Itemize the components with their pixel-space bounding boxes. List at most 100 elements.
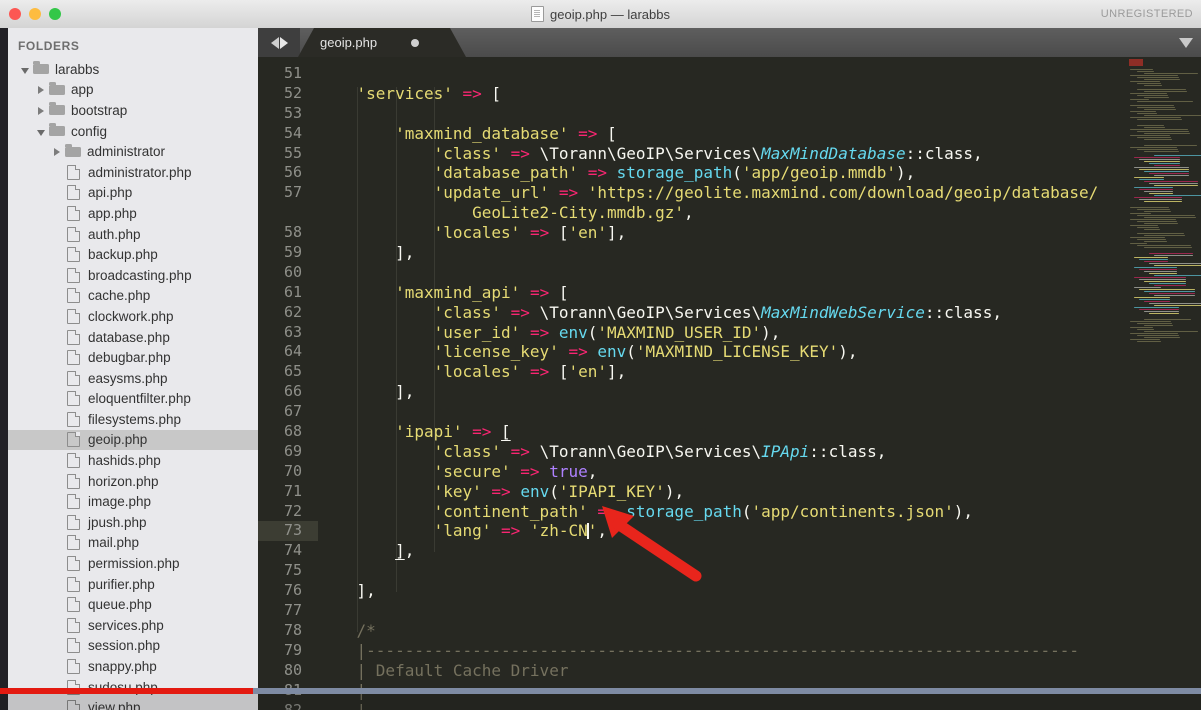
tab-scroll-left-icon[interactable] (270, 36, 279, 49)
sidebar-item-mail-php[interactable]: mail.php (8, 533, 258, 554)
minimize-icon[interactable] (29, 8, 41, 20)
tree-item-label: session.php (88, 638, 161, 654)
line-number: 71 (283, 481, 302, 500)
code-line-65[interactable]: 65 'locales' => ['en'], (258, 362, 1201, 382)
minimap-row (1154, 295, 1195, 296)
code-line-80[interactable]: 80 | Default Cache Driver (258, 661, 1201, 681)
sidebar-item-services-php[interactable]: services.php (8, 615, 258, 636)
code-line-56[interactable]: 56 'database_path' => storage_path('app/… (258, 163, 1201, 183)
sidebar-item-clockwork-php[interactable]: clockwork.php (8, 306, 258, 327)
sidebar-item-geoip-php[interactable]: geoip.php (8, 429, 258, 451)
code-line-wrap[interactable]: GeoLite2-City.mmdb.gz', (258, 203, 1201, 223)
code-line-51[interactable]: 51 (258, 64, 1201, 84)
chevron-down-icon[interactable] (20, 67, 29, 74)
file-icon (67, 288, 80, 304)
close-icon[interactable] (9, 8, 21, 20)
code-line-58[interactable]: 58 'locales' => ['en'], (258, 223, 1201, 243)
code-line-76[interactable]: 76 ], (258, 581, 1201, 601)
chevron-right-icon[interactable] (53, 148, 60, 157)
sidebar-item-easysms-php[interactable]: easysms.php (8, 368, 258, 389)
overflow-down-triangle-icon[interactable] (1179, 38, 1193, 48)
code-line-55[interactable]: 55 'class' => \Torann\GeoIP\Services\Max… (258, 144, 1201, 164)
tree-item-label: cache.php (88, 288, 151, 304)
code-line-72[interactable]: 72 'continent_path' => storage_path('app… (258, 502, 1201, 522)
sidebar-item-filesystems-php[interactable]: filesystems.php (8, 409, 258, 430)
code-line-69[interactable]: 69 'class' => \Torann\GeoIP\Services\IPA… (258, 442, 1201, 462)
code-line-82[interactable]: 82 | (258, 701, 1201, 710)
tree-item-label: larabbs (55, 61, 100, 77)
code-line-61[interactable]: 61 'maxmind_api' => [ (258, 283, 1201, 303)
code-line-63[interactable]: 63 'user_id' => env('MAXMIND_USER_ID'), (258, 323, 1201, 343)
code-line-53[interactable]: 53 (258, 104, 1201, 124)
tab-scroll-right-icon[interactable] (279, 36, 288, 49)
sidebar-item-bootstrap[interactable]: bootstrap (8, 100, 258, 121)
chevron-right-icon[interactable] (37, 86, 44, 95)
sidebar-item-app[interactable]: app (8, 80, 258, 101)
file-icon (67, 576, 80, 592)
sidebar-item-horizon-php[interactable]: horizon.php (8, 471, 258, 492)
minimap-row (1144, 73, 1198, 74)
sidebar-item-debugbar-php[interactable]: debugbar.php (8, 347, 258, 368)
code-line-52[interactable]: 52 'services' => [ (258, 84, 1201, 104)
sidebar-item-database-php[interactable]: database.php (8, 327, 258, 348)
sidebar-item-app-php[interactable]: app.php (8, 203, 258, 224)
sidebar-item-snappy-php[interactable]: snappy.php (8, 656, 258, 677)
minimap-row (1137, 107, 1175, 108)
sidebar-item-queue-php[interactable]: queue.php (8, 594, 258, 615)
minimap-row (1154, 285, 1186, 286)
code-line-78[interactable]: 78 /* (258, 621, 1201, 641)
sidebar-item-backup-php[interactable]: backup.php (8, 244, 258, 265)
code-line-70[interactable]: 70 'secure' => true, (258, 462, 1201, 482)
code-line-57[interactable]: 57 'update_url' => 'https://geolite.maxm… (258, 183, 1201, 203)
minimap-row (1144, 325, 1173, 326)
code-line-68[interactable]: 68 'ipapi' => [ (258, 422, 1201, 442)
line-number: 77 (283, 601, 302, 620)
code-line-71[interactable]: 71 'key' => env('IPAPI_KEY'), (258, 482, 1201, 502)
sidebar-item-administrator-php[interactable]: administrator.php (8, 162, 258, 183)
code-line-67[interactable]: 67 (258, 402, 1201, 422)
tab-geoip-php[interactable]: geoip.php (298, 28, 466, 57)
code-text: 'lang' => 'zh-CN', (433, 521, 608, 541)
sidebar-item-api-php[interactable]: api.php (8, 183, 258, 204)
sidebar-item-image-php[interactable]: image.php (8, 491, 258, 512)
code-line-75[interactable]: 75 (258, 561, 1201, 581)
code-line-66[interactable]: 66 ], (258, 382, 1201, 402)
minimap[interactable] (1128, 57, 1201, 357)
zoom-icon[interactable] (49, 8, 61, 20)
code-line-79[interactable]: 79 |------------------------------------… (258, 641, 1201, 661)
code-line-60[interactable]: 60 (258, 263, 1201, 283)
sidebar-item-permission-php[interactable]: permission.php (8, 553, 258, 574)
sidebar-item-purifier-php[interactable]: purifier.php (8, 574, 258, 595)
minimap-row (1128, 317, 1201, 318)
sidebar-item-config[interactable]: config (8, 121, 258, 142)
sidebar-item-larabbs[interactable]: larabbs (8, 59, 258, 80)
code-line-73[interactable]: 73 'lang' => 'zh-CN', (258, 521, 1201, 542)
code-line-64[interactable]: 64 'license_key' => env('MAXMIND_LICENSE… (258, 342, 1201, 362)
line-number: 79 (283, 640, 302, 659)
chevron-right-icon[interactable] (37, 106, 44, 115)
file-icon (67, 494, 80, 510)
video-progress-bar[interactable] (0, 688, 1201, 694)
sidebar-item-broadcasting-php[interactable]: broadcasting.php (8, 265, 258, 286)
code-line-77[interactable]: 77 (258, 601, 1201, 621)
minimap-row (1128, 123, 1201, 124)
sidebar-item-jpush-php[interactable]: jpush.php (8, 512, 258, 533)
code-line-59[interactable]: 59 ], (258, 243, 1201, 263)
sidebar-item-view-php[interactable]: view.php (8, 697, 258, 710)
sidebar-item-administrator[interactable]: administrator (8, 141, 258, 162)
minimap-row (1137, 233, 1184, 234)
sidebar-item-cache-php[interactable]: cache.php (8, 286, 258, 307)
code-line-62[interactable]: 62 'class' => \Torann\GeoIP\Services\Max… (258, 303, 1201, 323)
code-line-54[interactable]: 54 'maxmind_database' => [ (258, 124, 1201, 144)
code-line-74[interactable]: 74 ], (258, 541, 1201, 561)
code-editor[interactable]: 51 52 'services' => [53 54 'maxmind_databa… (258, 57, 1201, 710)
tree-item-label: image.php (88, 494, 152, 510)
code-text: 'secure' => true, (433, 461, 598, 481)
code-text: 'update_url' => 'https://geolite.maxmind… (433, 183, 1099, 203)
chevron-down-icon[interactable] (36, 129, 45, 136)
sidebar-item-auth-php[interactable]: auth.php (8, 224, 258, 245)
sidebar-item-eloquentfilter-php[interactable]: eloquentfilter.php (8, 389, 258, 410)
sidebar-item-hashids-php[interactable]: hashids.php (8, 450, 258, 471)
code-text: 'license_key' => env('MAXMIND_LICENSE_KE… (433, 342, 858, 362)
sidebar-item-session-php[interactable]: session.php (8, 636, 258, 657)
